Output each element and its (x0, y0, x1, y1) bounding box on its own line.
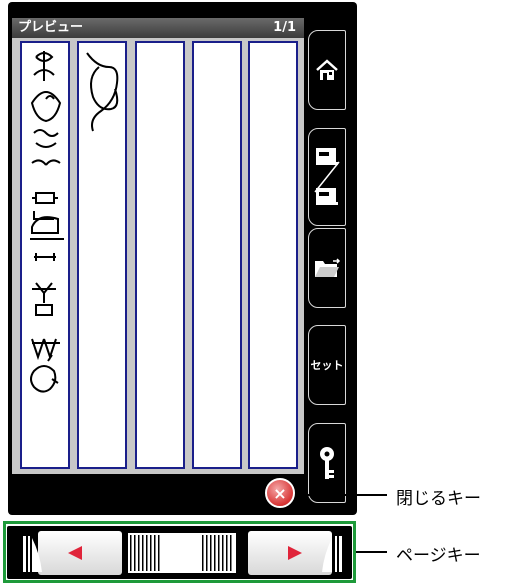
set-button-label: セット (310, 359, 344, 372)
stitch-pattern-2 (86, 52, 119, 132)
lock-button[interactable] (308, 423, 346, 503)
next-page-button[interactable] (248, 531, 332, 575)
stitch-pattern-1 (30, 51, 64, 393)
page-title: プレビュー (18, 20, 84, 35)
home-button[interactable] (308, 30, 346, 110)
preview-area (12, 38, 304, 474)
page-scroll-indicator (126, 531, 238, 575)
page-stack-icon (128, 533, 236, 573)
close-button[interactable]: × (265, 478, 295, 508)
page-curl-left-icon (23, 536, 42, 572)
page-callout-line (356, 551, 387, 553)
stitch-column-4 (192, 41, 242, 469)
home-icon (316, 59, 338, 80)
close-icon: × (273, 483, 287, 503)
key-icon (320, 447, 334, 479)
close-callout-label: 閉じるキー (396, 489, 481, 509)
machine-toggle-button[interactable] (308, 128, 346, 226)
stitch-column-1 (20, 41, 70, 469)
right-arrow-icon (288, 546, 302, 560)
page-curl-right-icon (322, 536, 342, 572)
previous-page-button[interactable] (38, 531, 122, 575)
sewing-machine-icon (314, 148, 340, 205)
page-indicator: 1/1 (273, 20, 296, 35)
open-folder-button[interactable] (308, 228, 346, 308)
folder-icon (315, 258, 341, 277)
left-arrow-icon (68, 546, 82, 560)
preview-header: プレビュー 1/1 (12, 18, 304, 38)
stitch-column-5 (248, 41, 298, 469)
close-callout-line (296, 494, 387, 496)
page-callout-label: ページキー (396, 546, 481, 566)
set-button[interactable]: セット (308, 325, 346, 405)
stitch-column-3 (135, 41, 185, 469)
stitch-column-2 (77, 41, 127, 469)
